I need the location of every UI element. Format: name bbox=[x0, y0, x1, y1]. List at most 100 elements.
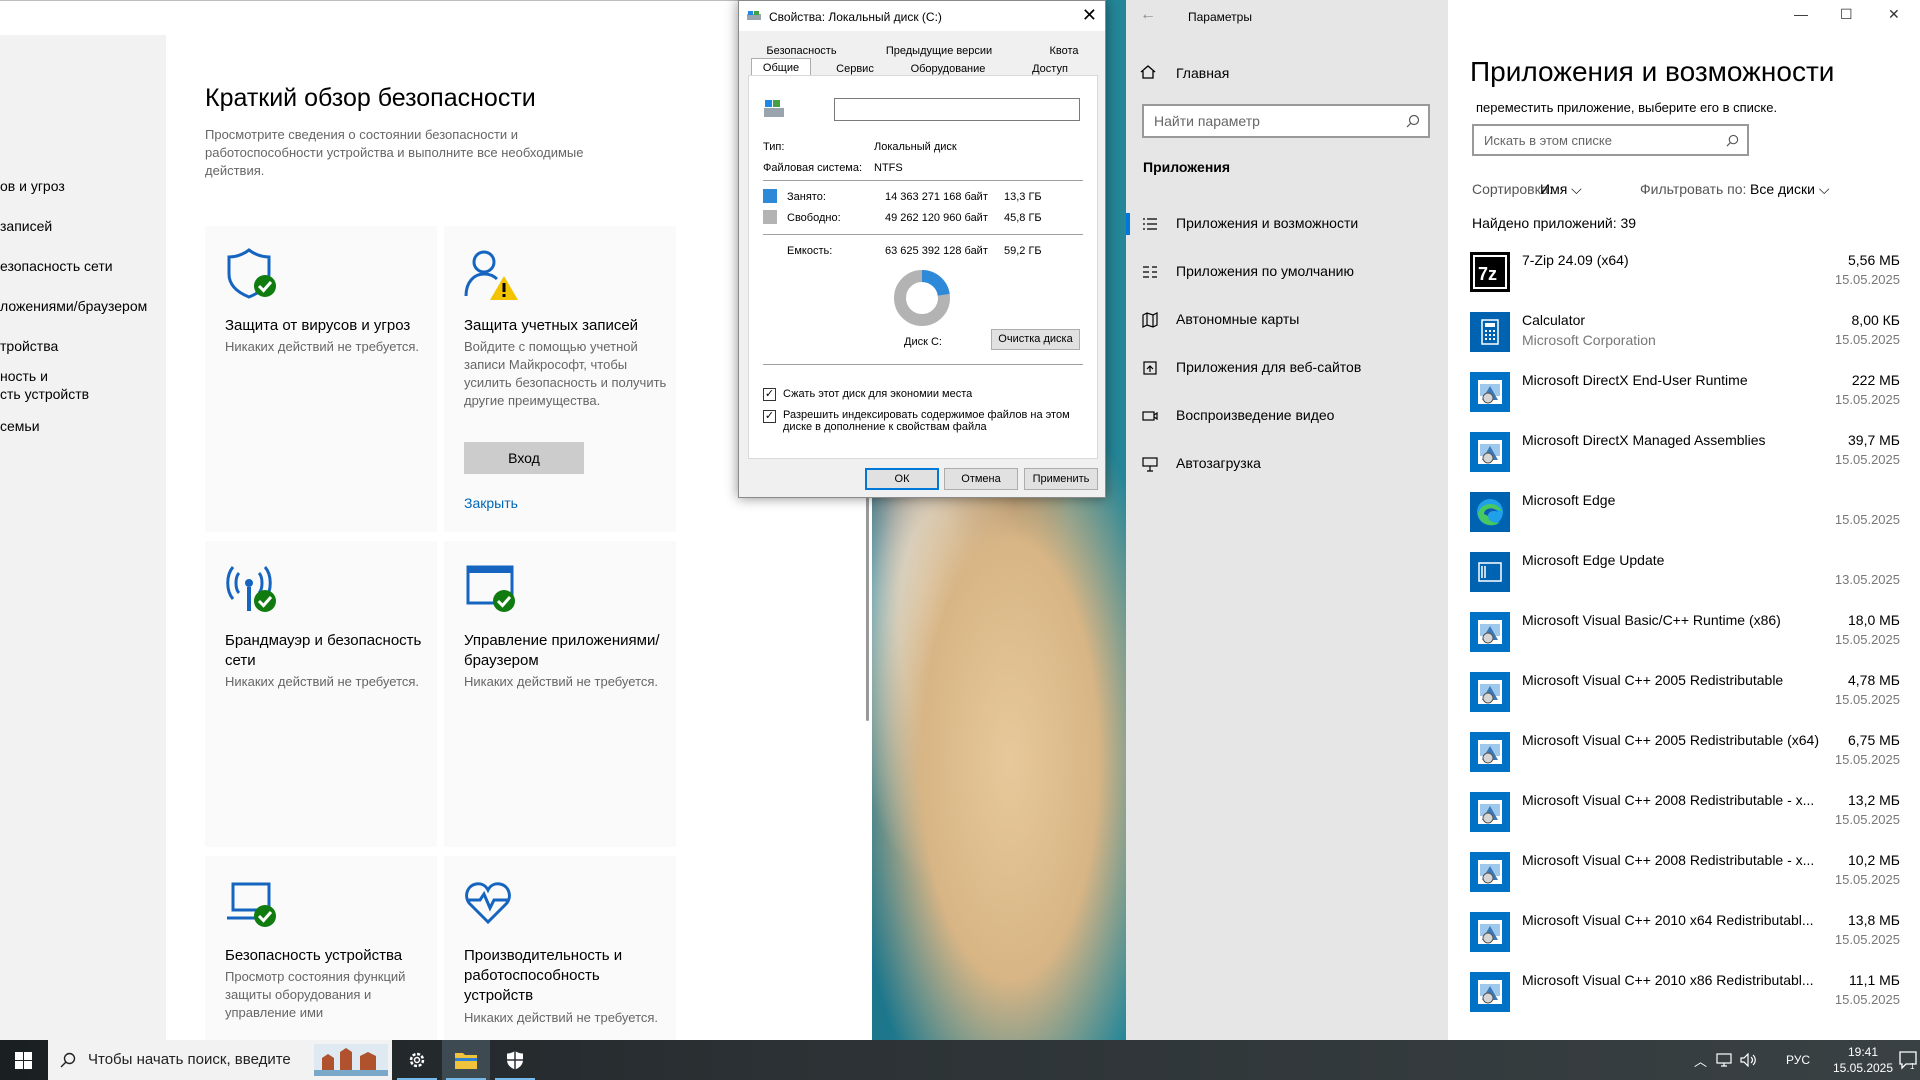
taskbar-file-explorer[interactable] bbox=[442, 1040, 490, 1080]
nav-default-apps[interactable]: Приложения по умолчанию bbox=[1126, 253, 1448, 291]
card-device-security[interactable]: Безопасность устройства Просмотр состоян… bbox=[205, 856, 437, 1040]
nav-web-apps[interactable]: Приложения для веб-сайтов bbox=[1126, 349, 1448, 387]
input-language[interactable]: РУС bbox=[1786, 1053, 1810, 1067]
installer-icon bbox=[1470, 732, 1510, 772]
card-firewall[interactable]: Брандмауэр и безопасность сети Никаких д… bbox=[205, 541, 437, 847]
app-list-item[interactable]: Microsoft Visual C++ 2005 Redistributabl… bbox=[1470, 732, 1910, 790]
video-icon bbox=[1142, 411, 1158, 421]
tab-quota[interactable]: Квота bbox=[1029, 42, 1099, 60]
window-title: Параметры bbox=[1188, 10, 1252, 24]
sidebar-item-family[interactable]: семьи bbox=[0, 418, 40, 435]
close-icon[interactable]: ✕ bbox=[1082, 6, 1097, 24]
app-list-item[interactable]: Calculator Microsoft Corporation 8,00 КБ 15… bbox=[1470, 312, 1910, 370]
app-name: Microsoft Edge Update bbox=[1522, 552, 1665, 568]
app-list-item[interactable]: Microsoft Edge Update 13.05.2025 bbox=[1470, 552, 1910, 610]
app-publisher: Microsoft Corporation bbox=[1522, 332, 1656, 348]
app-list-item[interactable]: Microsoft DirectX End-User Runtime 222 МБ… bbox=[1470, 372, 1910, 430]
clock-date: 15.05.2025 bbox=[1832, 1061, 1894, 1075]
drive-name-input[interactable] bbox=[834, 98, 1080, 121]
apply-button[interactable]: Применить bbox=[1024, 468, 1098, 490]
page-description: Просмотрите сведения о состоянии безопас… bbox=[205, 127, 584, 178]
clock[interactable]: 19:41 15.05.2025 bbox=[1830, 1044, 1896, 1076]
heart-pulse-icon bbox=[465, 882, 511, 925]
app-size: 11,1 МБ bbox=[1849, 972, 1900, 988]
disk-cleanup-button[interactable]: Очистка диска bbox=[991, 329, 1080, 350]
notification-count: 1 bbox=[1910, 1062, 1915, 1070]
compress-checkbox[interactable]: ✓ bbox=[763, 388, 776, 401]
apps-count: Найдено приложений: 39 bbox=[1472, 215, 1637, 231]
app-list-item[interactable]: Microsoft Visual C++ 2008 Redistributabl… bbox=[1470, 792, 1910, 850]
tab-previous-versions[interactable]: Предыдущие версии bbox=[869, 42, 1009, 60]
search-icon bbox=[60, 1052, 76, 1068]
app-list-item[interactable]: Microsoft Visual C++ 2010 x86 Redistribu… bbox=[1470, 972, 1910, 1030]
card-title: Брандмауэр и безопасность сети bbox=[225, 632, 422, 669]
tab-general[interactable]: Общие bbox=[751, 58, 811, 76]
sidebar-item-firewall[interactable]: езопасность сети bbox=[0, 258, 113, 275]
settings-search-input[interactable]: Найти параметр bbox=[1142, 104, 1430, 138]
nav-offline-maps[interactable]: Автономные карты bbox=[1126, 301, 1448, 339]
maximize-icon[interactable]: ☐ bbox=[1840, 6, 1853, 23]
taskbar-search-box[interactable]: Чтобы начать поиск, введите bbox=[48, 1040, 392, 1080]
drive-icon bbox=[764, 100, 784, 117]
sort-dropdown[interactable]: Имя ⌵ bbox=[1540, 181, 1582, 198]
app-list-item[interactable]: Microsoft Edge 15.05.2025 bbox=[1470, 492, 1910, 550]
app-install-date: 15.05.2025 bbox=[1834, 872, 1900, 887]
app-list-item[interactable]: Microsoft Visual Basic/C++ Runtime (x86)… bbox=[1470, 612, 1910, 670]
sidebar-item-app-browser[interactable]: ложениями/браузером bbox=[0, 298, 147, 315]
folder-icon bbox=[455, 1053, 477, 1069]
home-link[interactable]: Главная bbox=[1176, 65, 1229, 81]
card-title: Управление приложениями/браузером bbox=[464, 632, 660, 669]
taskbar-security[interactable] bbox=[491, 1040, 539, 1080]
shield-icon bbox=[507, 1051, 523, 1070]
free-gb: 45,8 ГБ bbox=[1004, 212, 1042, 224]
app-list-item[interactable]: Microsoft Visual C++ 2008 Redistributabl… bbox=[1470, 852, 1910, 910]
minimize-icon[interactable]: — bbox=[1794, 6, 1808, 22]
app-list-item[interactable]: Microsoft DirectX Managed Assemblies 39,7… bbox=[1470, 432, 1910, 490]
app-list-search-input[interactable]: Искать в этом списке bbox=[1472, 124, 1749, 156]
sidebar-item-virus[interactable]: ов и угроз bbox=[0, 178, 65, 195]
card-virus-protection[interactable]: Защита от вирусов и угроз Никаких действ… bbox=[205, 226, 437, 532]
taskbar-settings[interactable] bbox=[393, 1040, 441, 1080]
chevron-up-icon[interactable]: ︿ bbox=[1694, 1051, 1707, 1070]
sidebar-item-device[interactable]: тройства bbox=[0, 338, 58, 355]
dialog-title: Свойства: Локальный диск (C:) bbox=[769, 10, 942, 24]
sidebar-item-performance[interactable]: ность и bbox=[0, 368, 48, 385]
app-list-item[interactable]: 7z 7-Zip 24.09 (x64) 5,56 МБ 15.05.2025 bbox=[1470, 252, 1910, 310]
card-device-performance[interactable]: Производительность и работоспособность у… bbox=[444, 856, 676, 1040]
notification-icon[interactable]: 1 bbox=[1898, 1050, 1918, 1070]
back-arrow-icon[interactable]: ← bbox=[1140, 6, 1156, 24]
nav-label: Приложения и возможности bbox=[1176, 215, 1359, 231]
app-size: 10,2 МБ bbox=[1848, 852, 1900, 868]
start-button[interactable] bbox=[0, 1040, 48, 1080]
filesystem-label: Файловая система: bbox=[763, 162, 863, 174]
page-title: Краткий обзор безопасности bbox=[205, 84, 536, 112]
close-icon[interactable]: ✕ bbox=[1888, 6, 1900, 23]
cancel-button[interactable]: Отмена bbox=[944, 468, 1018, 490]
nav-apps-features[interactable]: Приложения и возможности bbox=[1126, 205, 1448, 243]
filter-dropdown[interactable]: Все диски ⌵ bbox=[1750, 181, 1829, 198]
network-icon[interactable] bbox=[1716, 1053, 1732, 1067]
nav-startup[interactable]: Автозагрузка bbox=[1126, 445, 1448, 483]
nav-label: Приложения для веб-сайтов bbox=[1176, 359, 1362, 375]
sidebar-item-performance-2[interactable]: сть устройств bbox=[0, 386, 89, 403]
ok-button[interactable]: ОК bbox=[865, 468, 939, 490]
index-checkbox[interactable]: ✓ bbox=[763, 410, 776, 423]
sign-in-button[interactable]: Вход bbox=[464, 442, 584, 474]
used-gb: 13,3 ГБ bbox=[1004, 191, 1042, 203]
settings-content: — ☐ ✕ Приложения и возможности перемести… bbox=[1448, 0, 1920, 1040]
sidebar-item-accounts[interactable]: записей bbox=[0, 218, 52, 235]
card-account-protection[interactable]: Защита учетных записей Войдите с помощью… bbox=[444, 226, 676, 532]
installer-icon bbox=[1470, 912, 1510, 952]
app-list-item[interactable]: Microsoft Visual C++ 2010 x64 Redistribu… bbox=[1470, 912, 1910, 970]
card-title: Защита учетных записей bbox=[464, 317, 639, 334]
nav-video-playback[interactable]: Воспроизведение видео bbox=[1126, 397, 1448, 435]
card-app-browser-control[interactable]: Управление приложениями/браузером Никаки… bbox=[444, 541, 676, 847]
app-install-date: 15.05.2025 bbox=[1834, 692, 1900, 707]
nav-label: Автономные карты bbox=[1176, 311, 1300, 327]
app-size: 18,0 МБ bbox=[1848, 612, 1900, 628]
close-link[interactable]: Закрыть bbox=[464, 495, 518, 511]
system-tray: ︿ РУС 19:41 15.05.2025 1 bbox=[1690, 1040, 1920, 1080]
app-list-item[interactable]: Microsoft Visual C++ 2005 Redistributabl… bbox=[1470, 672, 1910, 730]
volume-icon[interactable] bbox=[1740, 1053, 1758, 1067]
page-title: Приложения и возможности bbox=[1470, 56, 1835, 87]
